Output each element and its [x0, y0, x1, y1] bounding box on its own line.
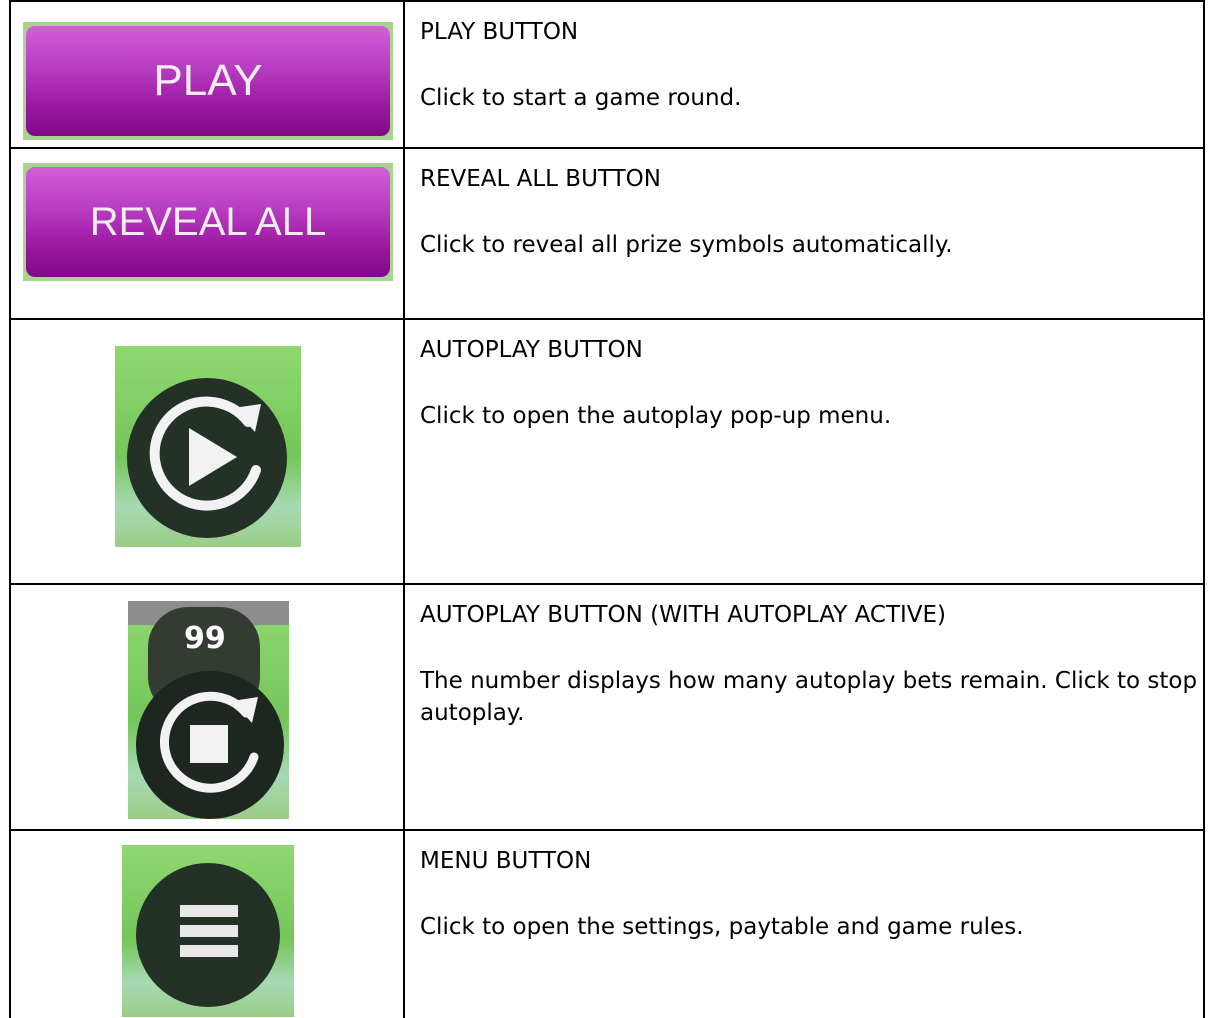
autoplay-stop-icon: 99: [128, 601, 289, 819]
row-title: AUTOPLAY BUTTON: [420, 337, 643, 363]
image-cell: [9, 318, 405, 585]
image-cell: [9, 829, 405, 1018]
row-text: Click to open the settings, paytable and…: [420, 914, 1024, 940]
autoplay-count-badge: 99: [184, 621, 226, 656]
autoplay-icon: [115, 346, 301, 547]
button-reference-table: PLAY PLAY BUTTON Click to start a game r…: [9, 0, 1205, 1018]
row-text: Click to reveal all prize symbols automa…: [420, 232, 953, 258]
description-cell: PLAY BUTTON Click to start a game round.: [403, 0, 1205, 149]
row-text: The number displays how many autoplay be…: [420, 668, 1198, 726]
description-cell: AUTOPLAY BUTTON (WITH AUTOPLAY ACTIVE) T…: [403, 583, 1205, 831]
description-cell: MENU BUTTON Click to open the settings, …: [403, 829, 1205, 1018]
play-button-image: PLAY: [23, 22, 393, 140]
table-row: MENU BUTTON Click to open the settings, …: [9, 829, 1205, 1018]
image-cell: PLAY: [9, 0, 405, 149]
row-text: Click to start a game round.: [420, 85, 742, 111]
play-button-label: PLAY: [26, 26, 390, 136]
row-title: MENU BUTTON: [420, 848, 592, 874]
description-cell: REVEAL ALL BUTTON Click to reveal all pr…: [403, 147, 1205, 320]
menu-icon: [122, 845, 294, 1017]
reveal-all-button-label: REVEAL ALL: [26, 167, 390, 277]
table-row: 99 AUTOPLAY BUTTON (WITH AUTOPLAY ACTIVE…: [9, 583, 1205, 831]
table-row: AUTOPLAY BUTTON Click to open the autopl…: [9, 318, 1205, 585]
row-title: PLAY BUTTON: [420, 19, 579, 45]
row-title: AUTOPLAY BUTTON (WITH AUTOPLAY ACTIVE): [420, 602, 947, 628]
table-row: PLAY PLAY BUTTON Click to start a game r…: [9, 0, 1205, 149]
description-cell: AUTOPLAY BUTTON Click to open the autopl…: [403, 318, 1205, 585]
reveal-all-button-image: REVEAL ALL: [23, 163, 393, 281]
row-title: REVEAL ALL BUTTON: [420, 166, 661, 192]
image-cell: 99: [9, 583, 405, 831]
row-text: Click to open the autoplay pop-up menu.: [420, 403, 892, 429]
image-cell: REVEAL ALL: [9, 147, 405, 320]
table-row: REVEAL ALL REVEAL ALL BUTTON Click to re…: [9, 147, 1205, 320]
